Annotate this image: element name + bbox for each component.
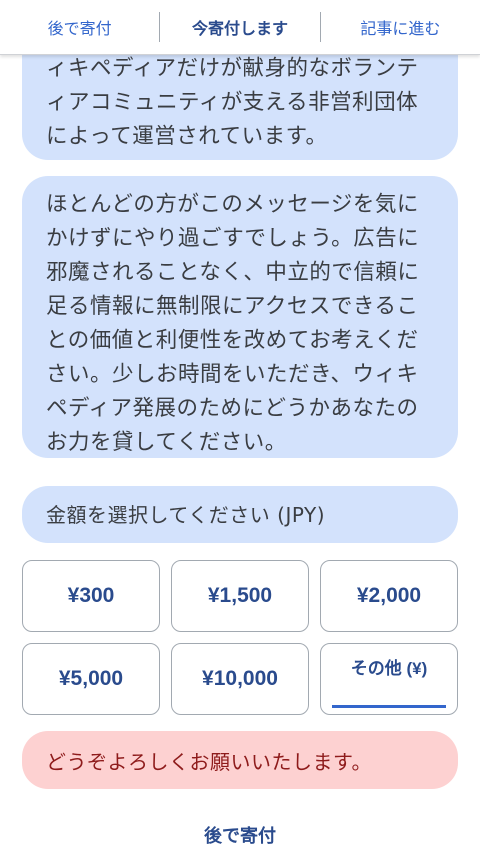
top-action-bar: 後で寄付 今寄付します 記事に進む bbox=[0, 0, 480, 55]
amount-button-1500[interactable]: ¥1,500 bbox=[171, 560, 309, 632]
donate-later-link[interactable]: 後で寄付 bbox=[0, 818, 480, 852]
other-amount-input[interactable]: その他 (¥) bbox=[320, 643, 458, 715]
amount-button-10000[interactable]: ¥10,000 bbox=[171, 643, 309, 715]
select-amount-prompt: 金額を選択してください (JPY) bbox=[22, 486, 458, 543]
message-bubble-appeal: ほとんどの方がこのメッセージを気にかけずにやり過ごすでしょう。広告に邪魔されるこ… bbox=[22, 176, 458, 458]
other-amount-label: その他 (¥) bbox=[350, 659, 428, 678]
thanks-message: どうぞよろしくお願いいたします。 bbox=[22, 731, 458, 789]
message-text-intro: ィキペディアだけが献身的なボランティアコミュニティが支える非営利団体によって運営… bbox=[46, 56, 419, 149]
thanks-text: どうぞよろしくお願いいたします。 bbox=[46, 749, 372, 774]
select-amount-text: 金額を選択してください (JPY) bbox=[46, 502, 325, 527]
message-text-appeal: ほとんどの方がこのメッセージを気にかけずにやり過ごすでしょう。広告に邪魔されるこ… bbox=[46, 192, 420, 455]
amount-button-2000[interactable]: ¥2,000 bbox=[320, 560, 458, 632]
donate-now-tab[interactable]: 今寄付します bbox=[160, 0, 319, 54]
amount-options: ¥300 ¥1,500 ¥2,000 ¥5,000 ¥10,000 その他 (¥… bbox=[22, 560, 459, 715]
amount-button-300[interactable]: ¥300 bbox=[22, 560, 160, 632]
go-to-article-tab[interactable]: 記事に進む bbox=[321, 0, 480, 54]
donate-later-tab[interactable]: 後で寄付 bbox=[0, 0, 159, 54]
donation-banner-scroll[interactable]: ィキペディアだけが献身的なボランティアコミュニティが支える非営利団体によって運営… bbox=[0, 0, 480, 865]
amount-button-5000[interactable]: ¥5,000 bbox=[22, 643, 160, 715]
other-amount-underline bbox=[332, 705, 446, 708]
